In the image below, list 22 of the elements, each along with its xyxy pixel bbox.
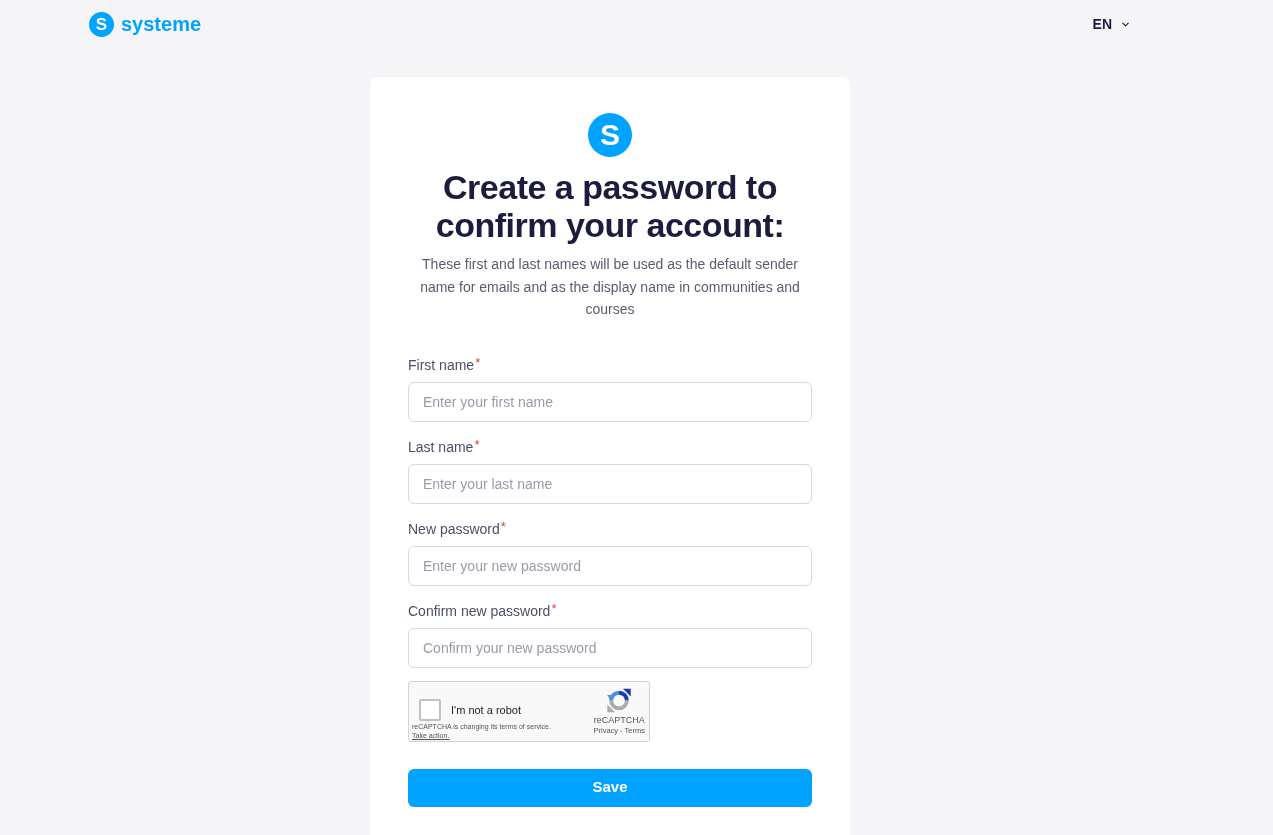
language-selector[interactable]: EN (1092, 15, 1131, 33)
input-field[interactable]: Enter your last name (408, 463, 812, 504)
required-asterisk: * (474, 436, 480, 453)
brand-name: systeme (121, 12, 202, 36)
required-asterisk: * (551, 600, 557, 617)
field-label: New password (408, 519, 500, 539)
captcha-brand: reCAPTCHA (593, 714, 645, 726)
field-label: First name (408, 355, 475, 375)
field-label: Confirm new password (408, 601, 551, 621)
required-asterisk: * (500, 518, 506, 535)
input-field[interactable]: Enter your first name (408, 381, 812, 422)
input-field[interactable]: Enter your new password (408, 545, 812, 586)
logo-mark: S (89, 11, 114, 37)
form-description: These first and last names will be used as the default sender name for emails and as the display name in communities and courses (419, 255, 801, 319)
captcha-label: I'm not a robot (451, 702, 521, 717)
required-asterisk: * (475, 354, 481, 371)
captcha-checkbox[interactable] (419, 698, 441, 721)
field-label: Last name (408, 437, 474, 457)
input-field[interactable]: Confirm your new password (408, 627, 812, 668)
logo-mark: S (588, 113, 632, 157)
form-title: Create a password to confirm your account: (434, 168, 786, 244)
circular-arrows-icon (606, 687, 633, 713)
